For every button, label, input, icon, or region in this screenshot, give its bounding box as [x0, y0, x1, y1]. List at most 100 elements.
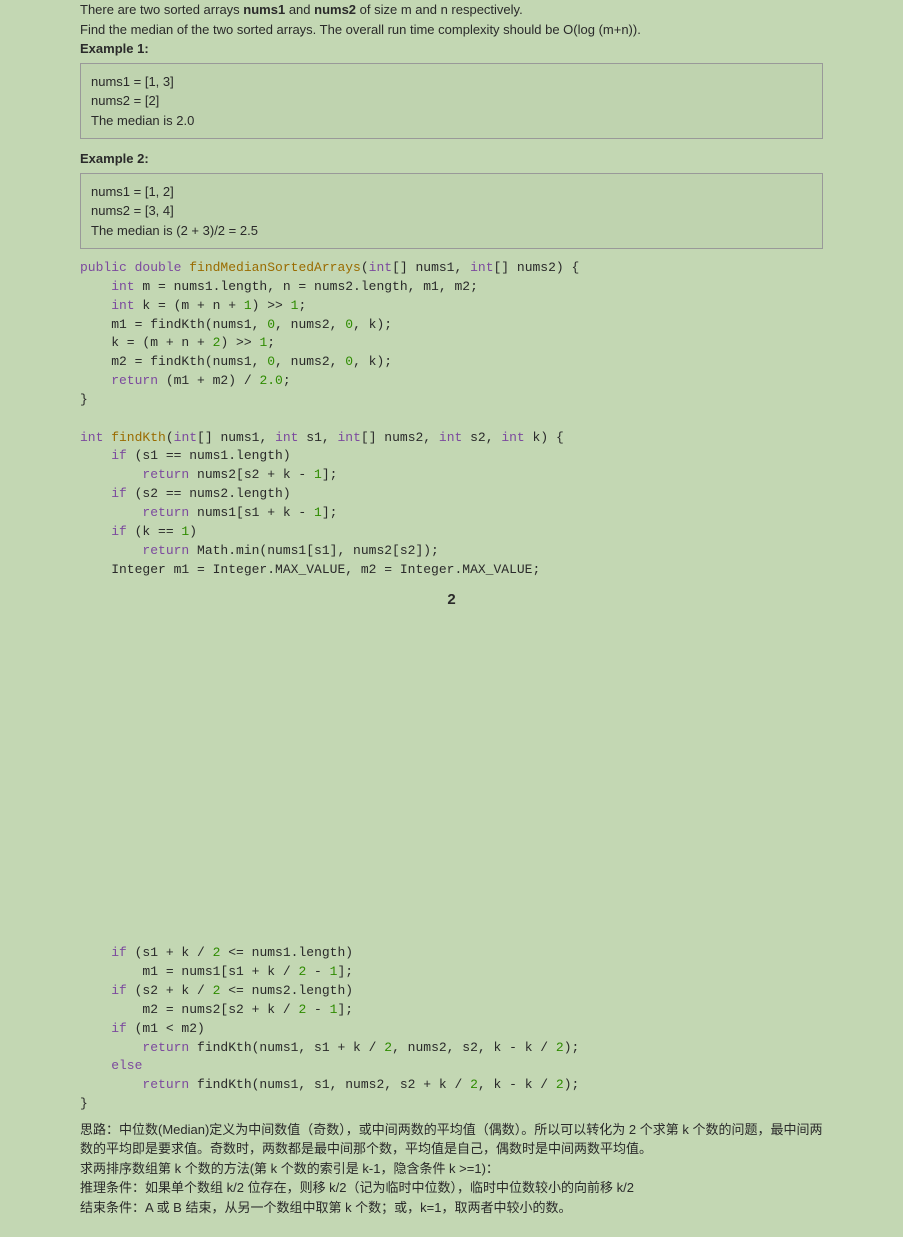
kw: int [439, 430, 462, 445]
kw: double [127, 260, 182, 275]
num: 0 [267, 354, 275, 369]
num: 0 [345, 354, 353, 369]
text: There are two sorted arrays [80, 2, 243, 17]
text: ]; [337, 1002, 353, 1017]
num: 2.0 [259, 373, 282, 388]
example-line: The median is (2 + 3)/2 = 2.5 [91, 221, 812, 241]
kw: return [80, 373, 158, 388]
text: m1 = findKth(nums1, [80, 317, 267, 332]
text: - [306, 964, 329, 979]
text: } [80, 1096, 88, 1111]
kw: if [80, 945, 127, 960]
text: Integer m1 = Integer.MAX_VALUE, m2 = Int… [80, 562, 540, 577]
page-gap [80, 620, 823, 940]
text: (m1 + m2) / [158, 373, 259, 388]
example-line: nums2 = [2] [91, 91, 812, 111]
explain-p2: 求两排序数组第 k 个数的方法(第 k 个数的索引是 k-1，隐含条件 k >=… [80, 1159, 823, 1179]
kw: return [80, 1040, 189, 1055]
explain-p3: 推理条件：如果单个数组 k/2 位存在，则移 k/2（记为临时中位数），临时中位… [80, 1178, 823, 1198]
text: ); [564, 1077, 580, 1092]
text: (s1 + k / [127, 945, 213, 960]
text: ; [283, 373, 291, 388]
kw: if [80, 1021, 127, 1036]
kw: if [80, 448, 127, 463]
text: ]; [322, 505, 338, 520]
text: ( [166, 430, 174, 445]
kw: return [80, 467, 189, 482]
kw: if [80, 983, 127, 998]
kw: return [80, 543, 189, 558]
kw: int [470, 260, 493, 275]
kw: if [80, 486, 127, 501]
text: ) >> [220, 335, 259, 350]
explanation: 思路：中位数(Median)定义为中间数值（奇数），或中间两数的平均值（偶数）。… [80, 1120, 823, 1218]
text: ; [298, 298, 306, 313]
kw: int [80, 279, 135, 294]
text: s2, [462, 430, 501, 445]
text: k = (m + n + [80, 335, 213, 350]
explain-p4: 结束条件：A 或 B 结束，从另一个数组中取第 k 个数；或，k=1，取两者中较… [80, 1198, 823, 1218]
num: 1 [314, 505, 322, 520]
intro-line-2: Find the median of the two sorted arrays… [80, 20, 823, 40]
example-line: nums2 = [3, 4] [91, 201, 812, 221]
text: of size m and n respectively. [356, 2, 523, 17]
kw: else [80, 1058, 142, 1073]
example-1-box: nums1 = [1, 3] nums2 = [2] The median is… [80, 63, 823, 140]
kw: return [80, 1077, 189, 1092]
example-line: The median is 2.0 [91, 111, 812, 131]
document-page: There are two sorted arrays nums1 and nu… [0, 0, 903, 1237]
nums1-bold: nums1 [243, 2, 285, 17]
text: ]; [322, 467, 338, 482]
text: ) [189, 524, 197, 539]
text: k) { [525, 430, 564, 445]
example-1-label: Example 1: [80, 39, 823, 59]
text: , k); [353, 317, 392, 332]
explain-p1: 思路：中位数(Median)定义为中间数值（奇数），或中间两数的平均值（偶数）。… [80, 1120, 823, 1159]
text: and [285, 2, 314, 17]
num: 0 [267, 317, 275, 332]
kw: if [80, 524, 127, 539]
text: nums1[s1 + k - [189, 505, 314, 520]
num: 2 [556, 1040, 564, 1055]
text: k = (m + n + [135, 298, 244, 313]
text: [] nums2, [361, 430, 439, 445]
text: m1 = nums1[s1 + k / [80, 964, 298, 979]
kw: int [369, 260, 392, 275]
fn-name: findKth [103, 430, 165, 445]
text: , nums2, [275, 354, 345, 369]
text: ); [564, 1040, 580, 1055]
kw: int [275, 430, 298, 445]
text: (s2 == nums2.length) [127, 486, 291, 501]
kw: public [80, 260, 127, 275]
example-2-box: nums1 = [1, 2] nums2 = [3, 4] The median… [80, 173, 823, 250]
text: , nums2, s2, k - k / [392, 1040, 556, 1055]
text: ; [267, 335, 275, 350]
example-2-label: Example 2: [80, 149, 823, 169]
kw: int [337, 430, 360, 445]
num: 2 [556, 1077, 564, 1092]
example-line: nums1 = [1, 3] [91, 72, 812, 92]
text: m2 = nums2[s2 + k / [80, 1002, 298, 1017]
num: 1 [244, 298, 252, 313]
text: (s2 + k / [127, 983, 213, 998]
intro-line-1: There are two sorted arrays nums1 and nu… [80, 0, 823, 20]
code-block-1: public double findMedianSortedArrays(int… [80, 259, 823, 579]
text: (m1 < m2) [127, 1021, 205, 1036]
text: , k); [353, 354, 392, 369]
text: , nums2, [275, 317, 345, 332]
text: Math.min(nums1[s1], nums2[s2]); [189, 543, 439, 558]
text: , k - k / [478, 1077, 556, 1092]
example-line: nums1 = [1, 2] [91, 182, 812, 202]
text: m = nums1.length, n = nums2.length, m1, … [135, 279, 478, 294]
kw: int [174, 430, 197, 445]
text: (k == [127, 524, 182, 539]
num: 0 [345, 317, 353, 332]
text: [] nums1, [197, 430, 275, 445]
text: ]; [337, 964, 353, 979]
text: findKth(nums1, s1, nums2, s2 + k / [189, 1077, 470, 1092]
num: 2 [384, 1040, 392, 1055]
text: findKth(nums1, s1 + k / [189, 1040, 384, 1055]
kw: int [80, 298, 135, 313]
text: <= nums2.length) [220, 983, 353, 998]
num: 1 [314, 467, 322, 482]
